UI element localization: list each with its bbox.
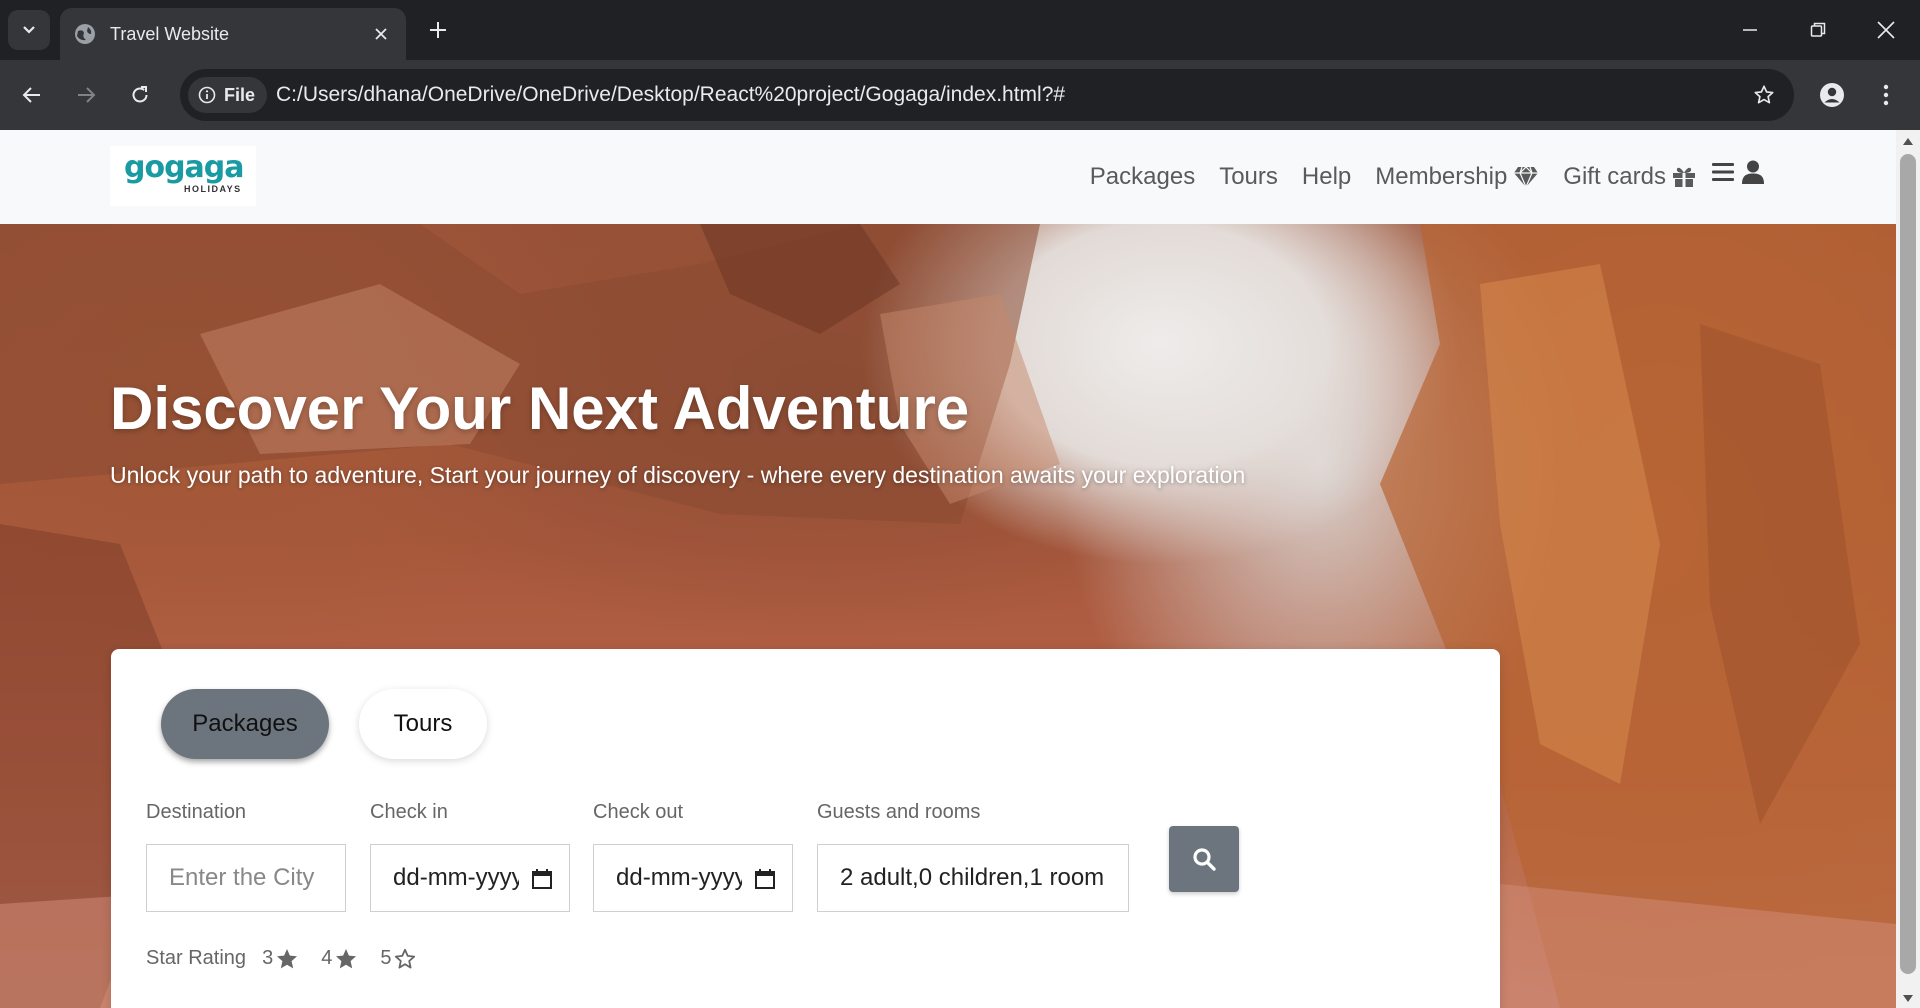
url-text[interactable]: C:/Users/dhana/OneDrive/OneDrive/Desktop… (276, 69, 1065, 121)
bookmark-button[interactable] (1748, 79, 1780, 111)
minimize-icon (1743, 29, 1757, 31)
check-in-value: dd-mm-yyyy (393, 864, 519, 891)
nav-link-label: Membership (1375, 163, 1508, 190)
nav-link-label: Gift cards (1563, 163, 1666, 190)
star-outline-icon (395, 948, 416, 968)
guests-value: 2 adult,0 children,1 room (840, 864, 1105, 891)
nav-link-help[interactable]: Help (1302, 163, 1351, 191)
check-out-value: dd-mm-yyyy (616, 864, 742, 891)
new-tab-button[interactable] (422, 14, 454, 46)
rating-value: 4 (321, 947, 333, 969)
account-icon (1820, 83, 1844, 107)
destination-placeholder: Enter the City (169, 864, 315, 891)
page-viewport: gogaga HOLIDAYS Packages Tours Help Memb… (0, 130, 1896, 1008)
check-in-label: Check in (370, 801, 448, 823)
destination-label: Destination (146, 801, 247, 823)
close-window-button[interactable] (1852, 0, 1920, 60)
nav-link-label: Help (1301, 163, 1352, 190)
nav-link-gift-cards[interactable]: Gift cards (1563, 163, 1696, 191)
guests-label: Guests and rooms (817, 801, 981, 823)
page-scrollbar[interactable] (1896, 130, 1920, 1008)
calendar-icon[interactable] (754, 868, 776, 890)
rating-value: 3 (262, 947, 274, 969)
rating-value: 5 (380, 947, 392, 969)
profile-button[interactable] (1814, 77, 1850, 113)
scroll-down-arrow-icon[interactable] (1903, 995, 1913, 1002)
restore-icon (1810, 22, 1826, 37)
hamburger-menu-icon[interactable] (1712, 162, 1734, 182)
star-filled-icon (277, 948, 298, 968)
nav-link-label: Tours (1219, 163, 1278, 190)
kebab-menu-icon (1883, 84, 1889, 106)
guests-rooms-input[interactable]: 2 adult,0 children,1 room (817, 844, 1129, 912)
check-in-date-input[interactable]: dd-mm-yyyy (370, 844, 570, 912)
site-header: gogaga HOLIDAYS Packages Tours Help Memb… (0, 130, 1896, 224)
search-button[interactable] (1169, 826, 1239, 892)
scroll-up-arrow-icon[interactable] (1903, 138, 1913, 145)
tab-packages[interactable]: Packages (161, 689, 329, 759)
window-controls (1716, 0, 1920, 60)
rating-option-3[interactable]: 3 (262, 947, 299, 970)
plus-icon (430, 22, 446, 38)
info-icon (198, 86, 216, 104)
check-out-date-input[interactable]: dd-mm-yyyy (593, 844, 793, 912)
site-info-chip[interactable]: File (188, 77, 268, 113)
browser-tabstrip: Travel Website (0, 0, 1920, 60)
nav-link-packages[interactable]: Packages (1090, 163, 1195, 191)
hero-section: Discover Your Next Adventure Unlock your… (0, 224, 1896, 1008)
arrow-right-icon (78, 87, 96, 103)
chevron-down-icon (23, 26, 35, 34)
header-icon-group (1712, 160, 1764, 184)
restore-button[interactable] (1784, 0, 1852, 60)
logo-subtext: HOLIDAYS (184, 184, 242, 194)
site-info-label: File (224, 84, 256, 105)
close-icon (1877, 21, 1895, 39)
destination-input[interactable]: Enter the City (146, 844, 346, 912)
tab-close-button[interactable] (370, 23, 392, 45)
back-button[interactable] (14, 77, 50, 113)
close-icon (375, 28, 387, 40)
nav-link-membership[interactable]: Membership (1375, 163, 1539, 191)
browser-tab-active[interactable]: Travel Website (60, 8, 406, 60)
reload-button[interactable] (122, 77, 158, 113)
search-card: Packages Tours Destination Enter the Cit… (111, 649, 1500, 1008)
logo-wordmark: gogaga (124, 150, 245, 185)
rating-option-4[interactable]: 4 (321, 947, 358, 970)
star-rating-label: Star Rating (146, 947, 247, 969)
rating-option-5[interactable]: 5 (380, 947, 417, 970)
tab-search-button[interactable] (8, 10, 50, 50)
search-icon (1193, 848, 1216, 871)
hero-subtitle: Unlock your path to adventure, Start you… (110, 462, 1246, 488)
tab-tours[interactable]: Tours (359, 689, 487, 759)
calendar-icon[interactable] (531, 868, 553, 890)
check-out-label: Check out (593, 801, 684, 823)
browser-toolbar: File C:/Users/dhana/OneDrive/OneDrive/De… (0, 60, 1920, 130)
forward-button[interactable] (68, 77, 104, 113)
arrow-left-icon (22, 87, 40, 103)
star-rating-filter: Star Rating 3 4 5 (146, 947, 439, 970)
nav-link-tours[interactable]: Tours (1219, 163, 1278, 191)
nav-link-label: Packages (1089, 163, 1196, 190)
star-outline-icon (1754, 85, 1774, 104)
user-icon[interactable] (1742, 160, 1764, 184)
address-bar[interactable]: File C:/Users/dhana/OneDrive/OneDrive/De… (180, 69, 1794, 121)
hero-title: Discover Your Next Adventure (110, 375, 970, 442)
main-nav: Packages Tours Help Membership Gift card… (1090, 130, 1696, 224)
globe-icon (75, 24, 95, 44)
reload-icon (132, 86, 148, 103)
star-filled-icon (336, 948, 357, 968)
tab-title: Travel Website (110, 23, 230, 44)
scrollbar-thumb[interactable] (1900, 154, 1916, 974)
gem-icon (1514, 166, 1539, 188)
site-logo[interactable]: gogaga HOLIDAYS (110, 146, 256, 206)
minimize-button[interactable] (1716, 0, 1784, 60)
gift-icon (1673, 167, 1695, 187)
browser-menu-button[interactable] (1868, 77, 1904, 113)
